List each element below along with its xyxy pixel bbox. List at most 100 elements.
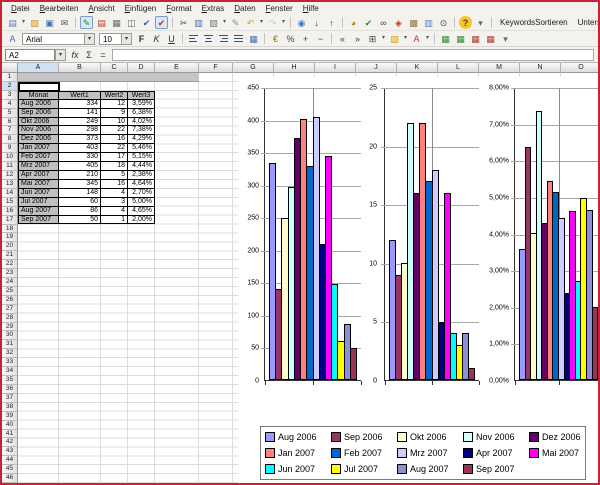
font-name-combo-dropdown-arrow[interactable]: ▾ [84, 33, 95, 45]
table-cell[interactable]: 7,38% [128, 126, 155, 135]
row-header-13[interactable]: 13 [2, 180, 18, 189]
column-header-A[interactable]: A [18, 63, 59, 73]
background-color-icon[interactable]: ▨ [388, 32, 401, 45]
column-header-L[interactable]: L [438, 63, 479, 73]
menu-format[interactable]: Format [161, 4, 196, 13]
row-header-43[interactable]: 43 [2, 447, 18, 456]
row-header-6[interactable]: 6 [2, 118, 18, 127]
table-cell[interactable]: Mai 2007 [18, 180, 59, 189]
row-header-5[interactable]: 5 [2, 109, 18, 118]
table-cell[interactable]: Dez 2006 [18, 135, 59, 144]
column-header-G[interactable]: G [233, 63, 274, 73]
column-header-K[interactable]: K [397, 63, 438, 73]
font-color-dropdown-arrow[interactable]: ▾ [424, 32, 431, 45]
table-cell[interactable]: 373 [59, 135, 101, 144]
table-cell[interactable]: 17 [101, 153, 128, 162]
bold-icon[interactable]: F [135, 32, 148, 45]
column-header-E[interactable]: E [155, 63, 199, 73]
menu-bearbeiten[interactable]: Bearbeiten [35, 4, 84, 13]
row-header-20[interactable]: 20 [2, 242, 18, 251]
table-cell[interactable]: 4,44% [128, 162, 155, 171]
sort-descending-icon[interactable]: ↑ [325, 16, 338, 29]
table-cell[interactable]: 334 [59, 100, 101, 109]
table-cell[interactable]: 5,00% [128, 198, 155, 207]
export-pdf-icon[interactable]: ▤ [95, 16, 108, 29]
menu-einfgen[interactable]: Einfügen [120, 4, 162, 13]
column-header-B[interactable]: B [59, 63, 101, 73]
row-header-28[interactable]: 28 [2, 314, 18, 323]
row-header-40[interactable]: 40 [2, 421, 18, 430]
table-cell[interactable]: 403 [59, 144, 101, 153]
cell-reference-box[interactable]: A2 [5, 49, 55, 61]
spreadsheet-grid[interactable]: ABCDEFGHIJKLMNO 123456789101112131415161… [2, 63, 600, 483]
undo-icon[interactable]: ↶ [244, 16, 257, 29]
column-header-H[interactable]: H [274, 63, 315, 73]
table-cell[interactable]: 148 [59, 189, 101, 198]
table-cell[interactable]: 2,70% [128, 189, 155, 198]
new-document-dropdown-arrow[interactable]: ▾ [20, 16, 27, 29]
sum-button[interactable]: Σ [82, 50, 96, 60]
italic-icon[interactable]: K [150, 32, 163, 45]
edit-mode-icon[interactable]: ✎ [80, 16, 93, 29]
redo-icon[interactable]: ↷ [266, 16, 279, 29]
row-header-45[interactable]: 45 [2, 465, 18, 474]
table-cell[interactable]: 4 [101, 207, 128, 216]
row-header-25[interactable]: 25 [2, 287, 18, 296]
column-header-F[interactable]: F [199, 63, 233, 73]
table-cell[interactable]: Feb 2007 [18, 153, 59, 162]
row-header-22[interactable]: 22 [2, 260, 18, 269]
table-cell[interactable]: 2,00% [128, 216, 155, 225]
bar-chart-plot-wert2[interactable] [384, 88, 479, 381]
table-cell[interactable]: Jun 2007 [18, 189, 59, 198]
align-left-icon[interactable] [187, 32, 200, 45]
custom-macro-button-keywordssortieren[interactable]: KeywordsSortieren [495, 17, 573, 28]
chevron-down-icon[interactable]: ▾ [55, 49, 66, 61]
row-header-12[interactable]: 12 [2, 171, 18, 180]
navigator-icon[interactable]: ◈ [392, 16, 405, 29]
row-header-14[interactable]: 14 [2, 189, 18, 198]
row-header-35[interactable]: 35 [2, 376, 18, 385]
table-cell[interactable]: Wert2 [101, 91, 128, 100]
row1-shaded-range[interactable] [18, 73, 199, 82]
table-cell[interactable]: 4,64% [128, 180, 155, 189]
row-header-29[interactable]: 29 [2, 323, 18, 332]
format-paintbrush-icon[interactable]: ✎ [229, 16, 242, 29]
table-cell[interactable]: Aug 2007 [18, 207, 59, 216]
undo-dropdown-arrow[interactable]: ▾ [258, 16, 265, 29]
select-all-corner[interactable] [2, 63, 18, 73]
row-header-37[interactable]: 37 [2, 394, 18, 403]
spellcheck-icon[interactable]: ✔ [140, 16, 153, 29]
row-header-9[interactable]: 9 [2, 144, 18, 153]
sort-ascending-icon[interactable]: ↓ [310, 16, 323, 29]
bar-chart-plot-wert1[interactable] [264, 88, 361, 381]
align-justified-icon[interactable] [232, 32, 245, 45]
table-cell[interactable]: Sep 2006 [18, 109, 59, 118]
row-header-21[interactable]: 21 [2, 251, 18, 260]
row-header-8[interactable]: 8 [2, 135, 18, 144]
table-cell[interactable]: Sep 2007 [18, 216, 59, 225]
menu-datei[interactable]: Datei [6, 4, 35, 13]
table-cell[interactable]: 22 [101, 144, 128, 153]
redo-dropdown-arrow[interactable]: ▾ [280, 16, 287, 29]
print-icon[interactable]: ▦ [110, 16, 123, 29]
table-cell[interactable]: Jul 2007 [18, 198, 59, 207]
gallery-icon[interactable]: ▩ [407, 16, 420, 29]
table-cell[interactable]: 50 [59, 216, 101, 225]
toolbar-overflow-icon[interactable]: ▾ [499, 32, 512, 45]
bar-chart-plot-wert3[interactable] [514, 88, 600, 381]
table-cell[interactable]: 86 [59, 207, 101, 216]
table-cell[interactable]: 3,59% [128, 100, 155, 109]
menu-fenster[interactable]: Fenster [261, 4, 298, 13]
table-cell[interactable]: Jan 2007 [18, 144, 59, 153]
table-cell[interactable]: 4 [101, 189, 128, 198]
table-cell[interactable]: 141 [59, 109, 101, 118]
row-header-30[interactable]: 30 [2, 331, 18, 340]
table-cell[interactable]: 4,02% [128, 118, 155, 127]
column-header-O[interactable]: O [561, 63, 600, 73]
toolbar-overflow-icon[interactable]: ▾ [474, 16, 487, 29]
new-document-icon[interactable]: ▤ [6, 16, 19, 29]
cut-icon[interactable]: ✂ [177, 16, 190, 29]
chart-area[interactable]: 45040035030025020015010050025201510508,0… [238, 77, 600, 483]
function-wizard-button[interactable]: fx [68, 50, 82, 60]
table-cell[interactable]: Monat [18, 91, 59, 100]
